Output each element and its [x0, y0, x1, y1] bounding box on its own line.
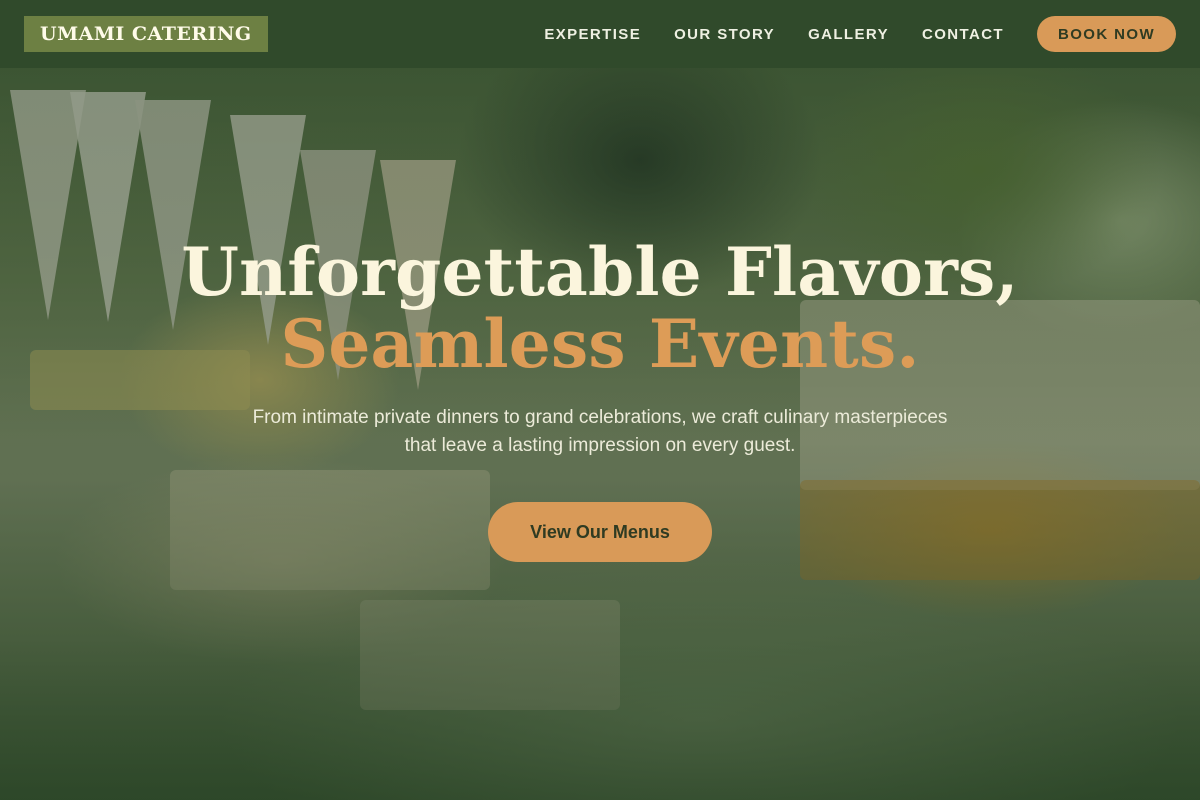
nav-link-our-story[interactable]: OUR STORY	[674, 26, 775, 43]
view-menus-button[interactable]: View Our Menus	[488, 502, 712, 562]
headline-line-1: Unforgettable Flavors,	[181, 233, 1019, 311]
main-nav: EXPERTISE OUR STORY GALLERY CONTACT BOOK…	[511, 16, 1176, 52]
headline-line-2: Seamless Events.	[280, 305, 920, 383]
nav-link-expertise[interactable]: EXPERTISE	[544, 26, 641, 43]
book-now-button[interactable]: BOOK NOW	[1037, 16, 1176, 52]
hero-subtext: From intimate private dinners to grand c…	[252, 407, 948, 456]
brand-logo[interactable]: UMAMI CATERING	[24, 16, 268, 52]
site-header: UMAMI CATERING EXPERTISE OUR STORY GALLE…	[0, 0, 1200, 68]
nav-link-gallery[interactable]: GALLERY	[808, 26, 889, 43]
hero-headline: Unforgettable Flavors, Seamless Events.	[0, 236, 1200, 380]
hero-content: Unforgettable Flavors, Seamless Events. …	[0, 236, 1200, 562]
nav-link-contact[interactable]: CONTACT	[922, 26, 1004, 43]
